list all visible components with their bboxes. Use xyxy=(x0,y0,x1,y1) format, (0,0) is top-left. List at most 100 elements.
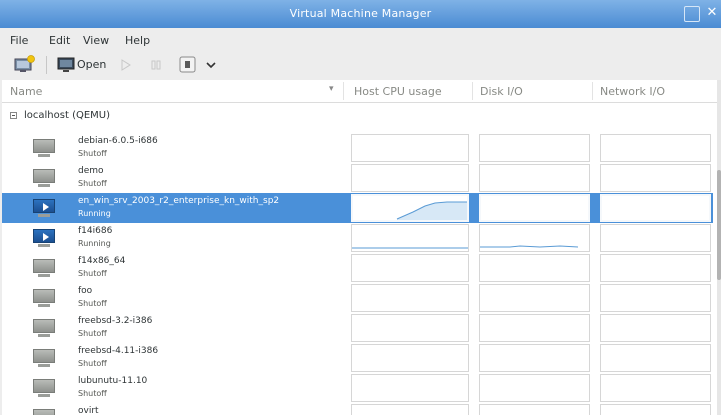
vm-off-icon xyxy=(30,138,58,158)
vm-name: lubunutu-11.10 xyxy=(78,376,148,386)
vm-status: Shutoff xyxy=(78,179,107,188)
disk-io-graph xyxy=(479,344,590,372)
vm-off-icon xyxy=(30,288,58,308)
disk-io-graph xyxy=(479,314,590,342)
menu-view[interactable]: View xyxy=(83,34,109,47)
menu-help[interactable]: Help xyxy=(125,34,150,47)
cpu-sparkline xyxy=(396,201,467,220)
vm-name: f14i686 xyxy=(78,226,113,236)
vm-status: Shutoff xyxy=(78,269,107,278)
disk-io-graph xyxy=(479,134,590,162)
disk-io-graph xyxy=(479,164,590,192)
cpu-usage-graph xyxy=(351,374,469,402)
column-header-name[interactable]: Name xyxy=(10,85,42,98)
cpu-usage-graph xyxy=(351,344,469,372)
sort-chevron-icon[interactable]: ▾ xyxy=(329,84,334,94)
cpu-usage-graph xyxy=(351,404,469,415)
vm-running-icon xyxy=(30,228,58,248)
cpu-usage-graph xyxy=(351,164,469,192)
vm-row[interactable]: foo Shutoff xyxy=(2,283,713,313)
monitor-icon xyxy=(57,57,75,72)
vm-name: foo xyxy=(78,286,93,296)
column-header-cpu[interactable]: Host CPU usage xyxy=(354,85,442,98)
toolbar-separator xyxy=(46,56,47,74)
vm-name: freebsd-4.11-i386 xyxy=(78,346,159,356)
network-io-graph xyxy=(600,404,711,415)
toolbar: Open xyxy=(0,52,721,78)
open-button-label: Open xyxy=(77,58,107,71)
vm-row[interactable]: lubunutu-11.10 Shutoff xyxy=(2,373,713,403)
vm-name: en_win_srv_2003_r2_enterprise_kn_with_sp… xyxy=(78,196,280,206)
vm-row[interactable]: f14i686 Running xyxy=(2,223,713,253)
vm-row[interactable]: freebsd-3.2-i386 Shutoff xyxy=(2,313,713,343)
disk-io-graph xyxy=(479,374,590,402)
network-io-graph xyxy=(600,194,711,222)
cpu-sparkline xyxy=(352,247,468,249)
cpu-usage-graph xyxy=(351,134,469,162)
disk-io-graph xyxy=(479,194,590,222)
network-io-graph xyxy=(600,344,711,372)
disk-io-graph xyxy=(479,224,590,252)
vm-off-icon xyxy=(30,258,58,278)
vertical-scrollbar[interactable] xyxy=(717,80,721,415)
cpu-usage-graph xyxy=(351,194,469,222)
cpu-usage-graph xyxy=(351,314,469,342)
run-button[interactable] xyxy=(119,57,133,73)
vm-row[interactable]: demo Shutoff xyxy=(2,163,713,193)
new-vm-icon xyxy=(14,55,35,72)
network-io-graph xyxy=(600,314,711,342)
network-io-graph xyxy=(600,374,711,402)
vm-row[interactable]: debian-6.0.5-i686 Shutoff xyxy=(2,133,713,163)
vm-off-icon xyxy=(30,318,58,338)
vm-list[interactable]: Name ▾ Host CPU usage Disk I/O Network I… xyxy=(2,80,717,415)
vm-row-selected[interactable]: en_win_srv_2003_r2_enterprise_kn_with_sp… xyxy=(2,193,713,223)
disk-io-graph xyxy=(479,284,590,312)
play-icon xyxy=(121,59,131,71)
vm-row[interactable]: freebsd-4.11-i386 Shutoff xyxy=(2,343,713,373)
vm-status: Running xyxy=(78,209,111,218)
new-vm-button[interactable] xyxy=(12,55,36,75)
vm-name: freebsd-3.2-i386 xyxy=(78,316,153,326)
menu-file[interactable]: File xyxy=(10,34,28,47)
vm-status: Shutoff xyxy=(78,299,107,308)
chevron-down-icon xyxy=(206,62,216,69)
column-header-disk[interactable]: Disk I/O xyxy=(480,85,523,98)
connection-label: localhost (QEMU) xyxy=(24,110,111,121)
vm-row[interactable]: ovirt xyxy=(2,403,713,415)
network-io-graph xyxy=(600,164,711,192)
column-divider xyxy=(343,82,344,100)
column-divider xyxy=(472,82,473,100)
vm-row[interactable]: f14x86_64 Shutoff xyxy=(2,253,713,283)
close-button[interactable]: ✕ xyxy=(704,6,720,22)
list-header: Name ▾ Host CPU usage Disk I/O Network I… xyxy=(2,80,717,103)
connection-row[interactable]: localhost (QEMU) xyxy=(2,107,717,127)
cpu-usage-graph xyxy=(351,224,469,252)
disk-io-graph xyxy=(479,254,590,282)
shutdown-menu-button[interactable] xyxy=(204,58,218,72)
pause-button[interactable] xyxy=(149,57,163,73)
vm-status: Shutoff xyxy=(78,359,107,368)
shutdown-button[interactable] xyxy=(178,55,198,75)
network-io-graph xyxy=(600,134,711,162)
shutdown-icon xyxy=(179,56,196,73)
scrollbar-thumb[interactable] xyxy=(717,170,721,280)
menu-bar: File Edit View Help xyxy=(0,28,721,52)
window-title: Virtual Machine Manager xyxy=(289,7,432,20)
vm-off-icon xyxy=(30,378,58,398)
menu-edit[interactable]: Edit xyxy=(49,34,70,47)
disk-sparkline xyxy=(480,245,579,248)
vm-name: f14x86_64 xyxy=(78,256,126,266)
network-io-graph xyxy=(600,224,711,252)
vm-name: ovirt xyxy=(78,406,99,415)
vm-off-icon xyxy=(30,408,58,415)
column-divider xyxy=(592,82,593,100)
vm-status: Shutoff xyxy=(78,149,107,158)
column-header-network[interactable]: Network I/O xyxy=(600,85,665,98)
vm-name: demo xyxy=(78,166,104,176)
network-io-graph xyxy=(600,284,711,312)
cpu-usage-graph xyxy=(351,254,469,282)
disk-io-graph xyxy=(479,404,590,415)
title-bar: Virtual Machine Manager ✕ xyxy=(0,0,721,28)
collapse-toggle-icon[interactable] xyxy=(10,112,17,119)
maximize-button[interactable] xyxy=(684,6,700,22)
